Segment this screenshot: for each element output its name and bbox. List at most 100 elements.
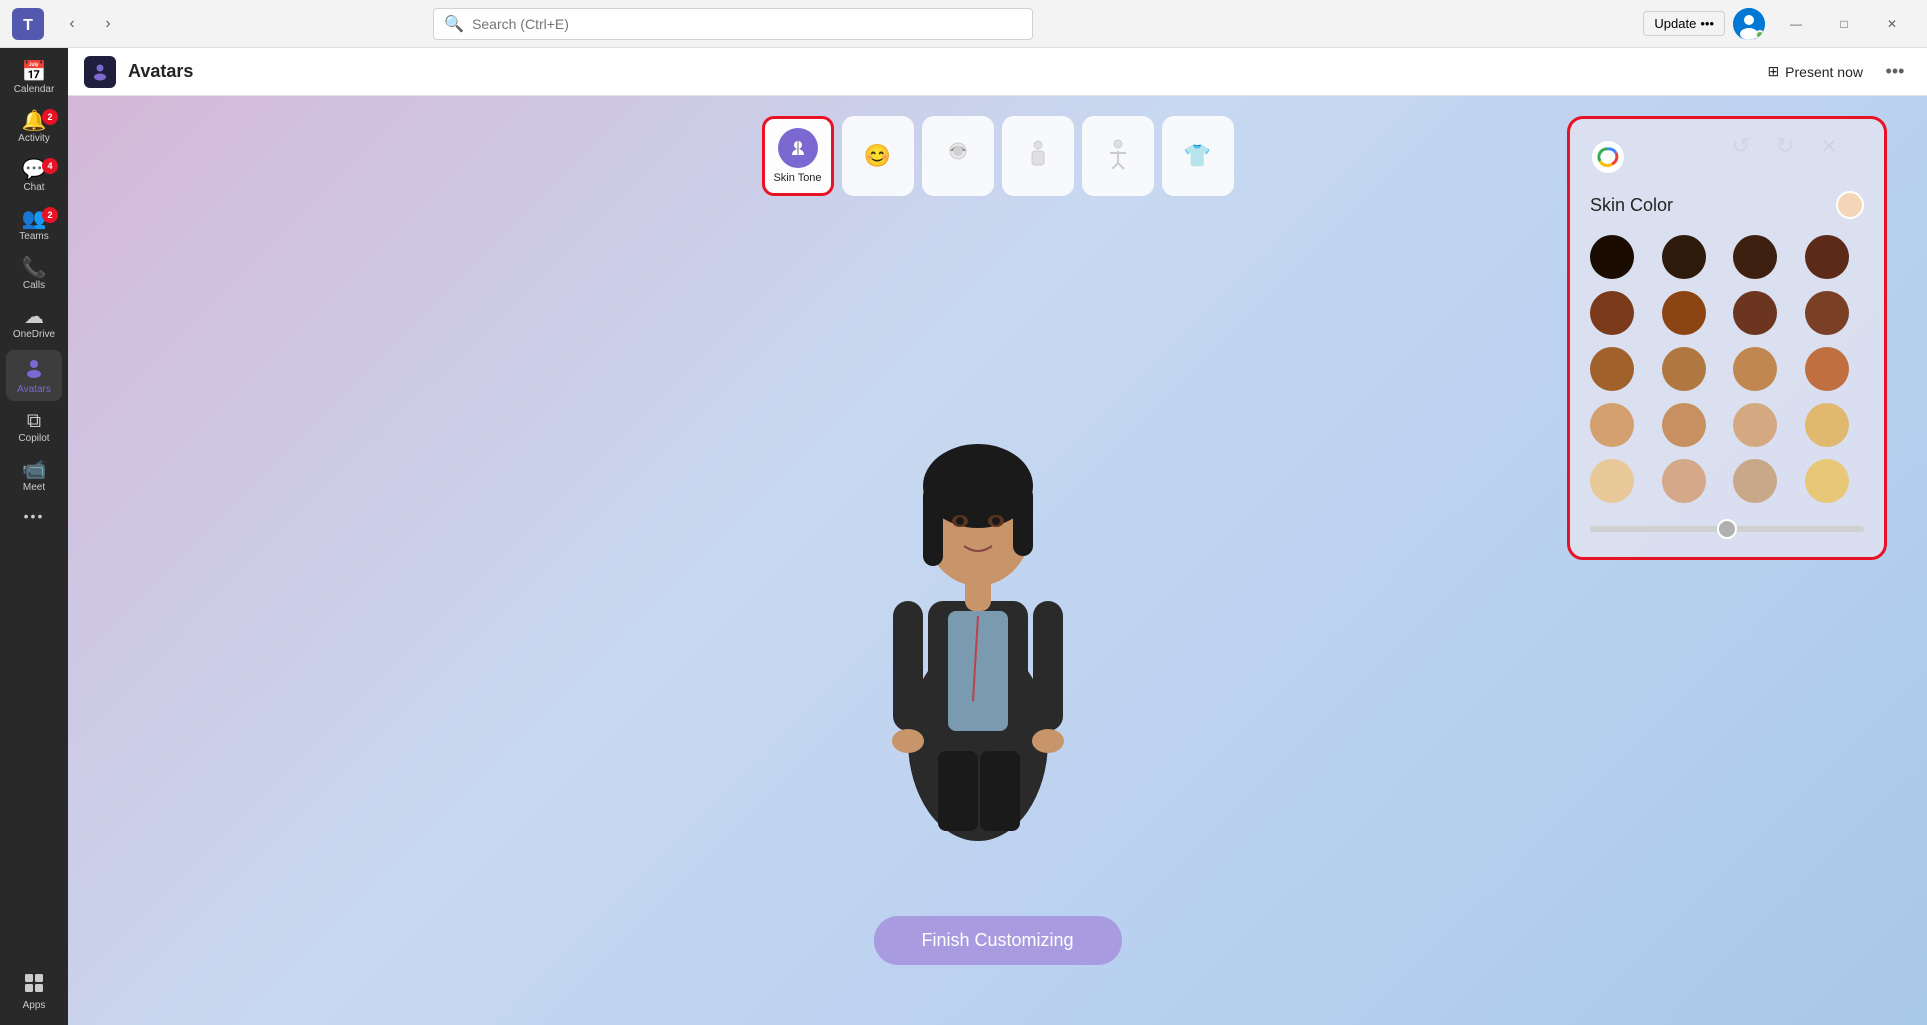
color-swatch-10[interactable] [1733,347,1777,391]
copilot-icon: ⧉ [27,411,41,431]
toolbar-clothing[interactable]: 👕 [1162,116,1234,196]
sidebar-item-calendar[interactable]: 📅 Calendar [6,56,62,101]
maximize-button[interactable]: □ [1821,8,1867,40]
apps-icon [23,972,45,998]
more-icon: ••• [24,509,45,523]
google-icon [1590,139,1626,175]
color-swatch-0[interactable] [1590,235,1634,279]
sidebar-item-copilot[interactable]: ⧉ Copilot [6,405,62,450]
sidebar-item-label: Activity [18,133,50,144]
sidebar-item-label: OneDrive [13,329,55,340]
sidebar-item-label: Calls [23,280,45,291]
color-swatch-5[interactable] [1662,291,1706,335]
calls-icon: 📞 [22,258,47,278]
sidebar-item-teams[interactable]: 👥 2 Teams [6,203,62,248]
hair-icon [942,137,974,175]
avatars-icon [23,356,45,382]
sidebar-item-label: Avatars [17,384,51,395]
skin-tone-slider[interactable] [1590,526,1864,532]
clothing-icon: 👕 [1184,143,1211,169]
nav-back-button[interactable]: ‹ [56,8,88,40]
update-button[interactable]: Update ••• [1643,11,1725,36]
skin-color-panel: Skin Color [1567,116,1887,560]
update-label: Update [1654,16,1696,31]
finish-customizing-button[interactable]: Finish Customizing [873,916,1121,965]
present-now-label: Present now [1785,64,1863,80]
workspace: Skin Tone 😊 [68,96,1927,1025]
color-swatch-9[interactable] [1662,347,1706,391]
skin-title-row: Skin Color [1590,191,1864,219]
main-content: Avatars ⊞ Present now ••• [68,48,1927,1025]
search-icon: 🔍 [444,14,464,34]
color-swatch-16[interactable] [1590,459,1634,503]
avatar-toolbar: Skin Tone 😊 [762,116,1234,196]
color-swatch-13[interactable] [1662,403,1706,447]
minimize-button[interactable]: — [1773,8,1819,40]
skin-color-title: Skin Color [1590,195,1673,216]
update-dots: ••• [1700,16,1714,31]
nav-forward-button[interactable]: › [92,8,124,40]
teams-badge: 2 [42,207,58,223]
onedrive-icon: ☁ [24,307,44,327]
skin-panel-header [1590,139,1864,175]
color-swatch-11[interactable] [1805,347,1849,391]
sidebar-item-avatars[interactable]: Avatars [6,350,62,401]
titlebar: T ‹ › 🔍 Update ••• — □ ✕ [0,0,1927,48]
calendar-icon: 📅 [22,62,47,82]
close-button[interactable]: ✕ [1869,8,1915,40]
color-swatch-7[interactable] [1805,291,1849,335]
color-swatch-8[interactable] [1590,347,1634,391]
sidebar-item-label: Chat [23,182,44,193]
skin-slider-container [1590,519,1864,537]
user-avatar-button[interactable] [1733,8,1765,40]
sidebar-item-more[interactable]: ••• [6,503,62,529]
present-now-button[interactable]: ⊞ Present now [1759,59,1871,84]
window-controls: — □ ✕ [1773,8,1915,40]
titlebar-actions: Update ••• — □ ✕ [1643,8,1915,40]
face-icon: 😊 [864,143,891,169]
color-swatch-2[interactable] [1733,235,1777,279]
skin-tone-icon [778,128,818,168]
svg-text:T: T [23,17,33,34]
avatar-figure [838,321,1158,841]
color-swatch-6[interactable] [1733,291,1777,335]
toolbar-body[interactable] [1002,116,1074,196]
online-status-dot [1755,30,1765,40]
app-icon [84,56,116,88]
app-layout: 📅 Calendar 🔔 2 Activity 💬 4 Chat 👥 2 Tea… [0,48,1927,1025]
color-swatch-18[interactable] [1733,459,1777,503]
meet-icon: 📹 [22,460,47,480]
color-swatch-12[interactable] [1590,403,1634,447]
activity-badge: 2 [42,109,58,125]
sidebar-item-meet[interactable]: 📹 Meet [6,454,62,499]
color-swatch-3[interactable] [1805,235,1849,279]
sidebar-item-label: Calendar [14,84,55,95]
toolbar-hair[interactable] [922,116,994,196]
chat-badge: 4 [42,158,58,174]
header-actions: ⊞ Present now ••• [1759,56,1911,88]
toolbar-face[interactable]: 😊 [842,116,914,196]
color-swatch-15[interactable] [1805,403,1849,447]
teams-logo: T [12,8,44,40]
color-swatch-17[interactable] [1662,459,1706,503]
sidebar-item-calls[interactable]: 📞 Calls [6,252,62,297]
color-swatch-4[interactable] [1590,291,1634,335]
color-swatch-14[interactable] [1733,403,1777,447]
sidebar-item-activity[interactable]: 🔔 2 Activity [6,105,62,150]
toolbar-skin-tone[interactable]: Skin Tone [762,116,834,196]
sidebar-item-apps[interactable]: Apps [6,966,62,1017]
color-swatch-1[interactable] [1662,235,1706,279]
finish-customizing-label: Finish Customizing [921,930,1073,950]
sidebar-item-label: Teams [19,231,48,242]
sidebar: 📅 Calendar 🔔 2 Activity 💬 4 Chat 👥 2 Tea… [0,48,68,1025]
sidebar-item-chat[interactable]: 💬 4 Chat [6,154,62,199]
toolbar-pose[interactable] [1082,116,1154,196]
app-header: Avatars ⊞ Present now ••• [68,48,1927,96]
sidebar-item-label: Apps [23,1000,46,1011]
nav-buttons: ‹ › [56,8,124,40]
body-icon [1022,137,1054,175]
header-more-button[interactable]: ••• [1879,56,1911,88]
color-swatch-19[interactable] [1805,459,1849,503]
search-input[interactable] [472,16,1022,32]
sidebar-item-onedrive[interactable]: ☁ OneDrive [6,301,62,346]
